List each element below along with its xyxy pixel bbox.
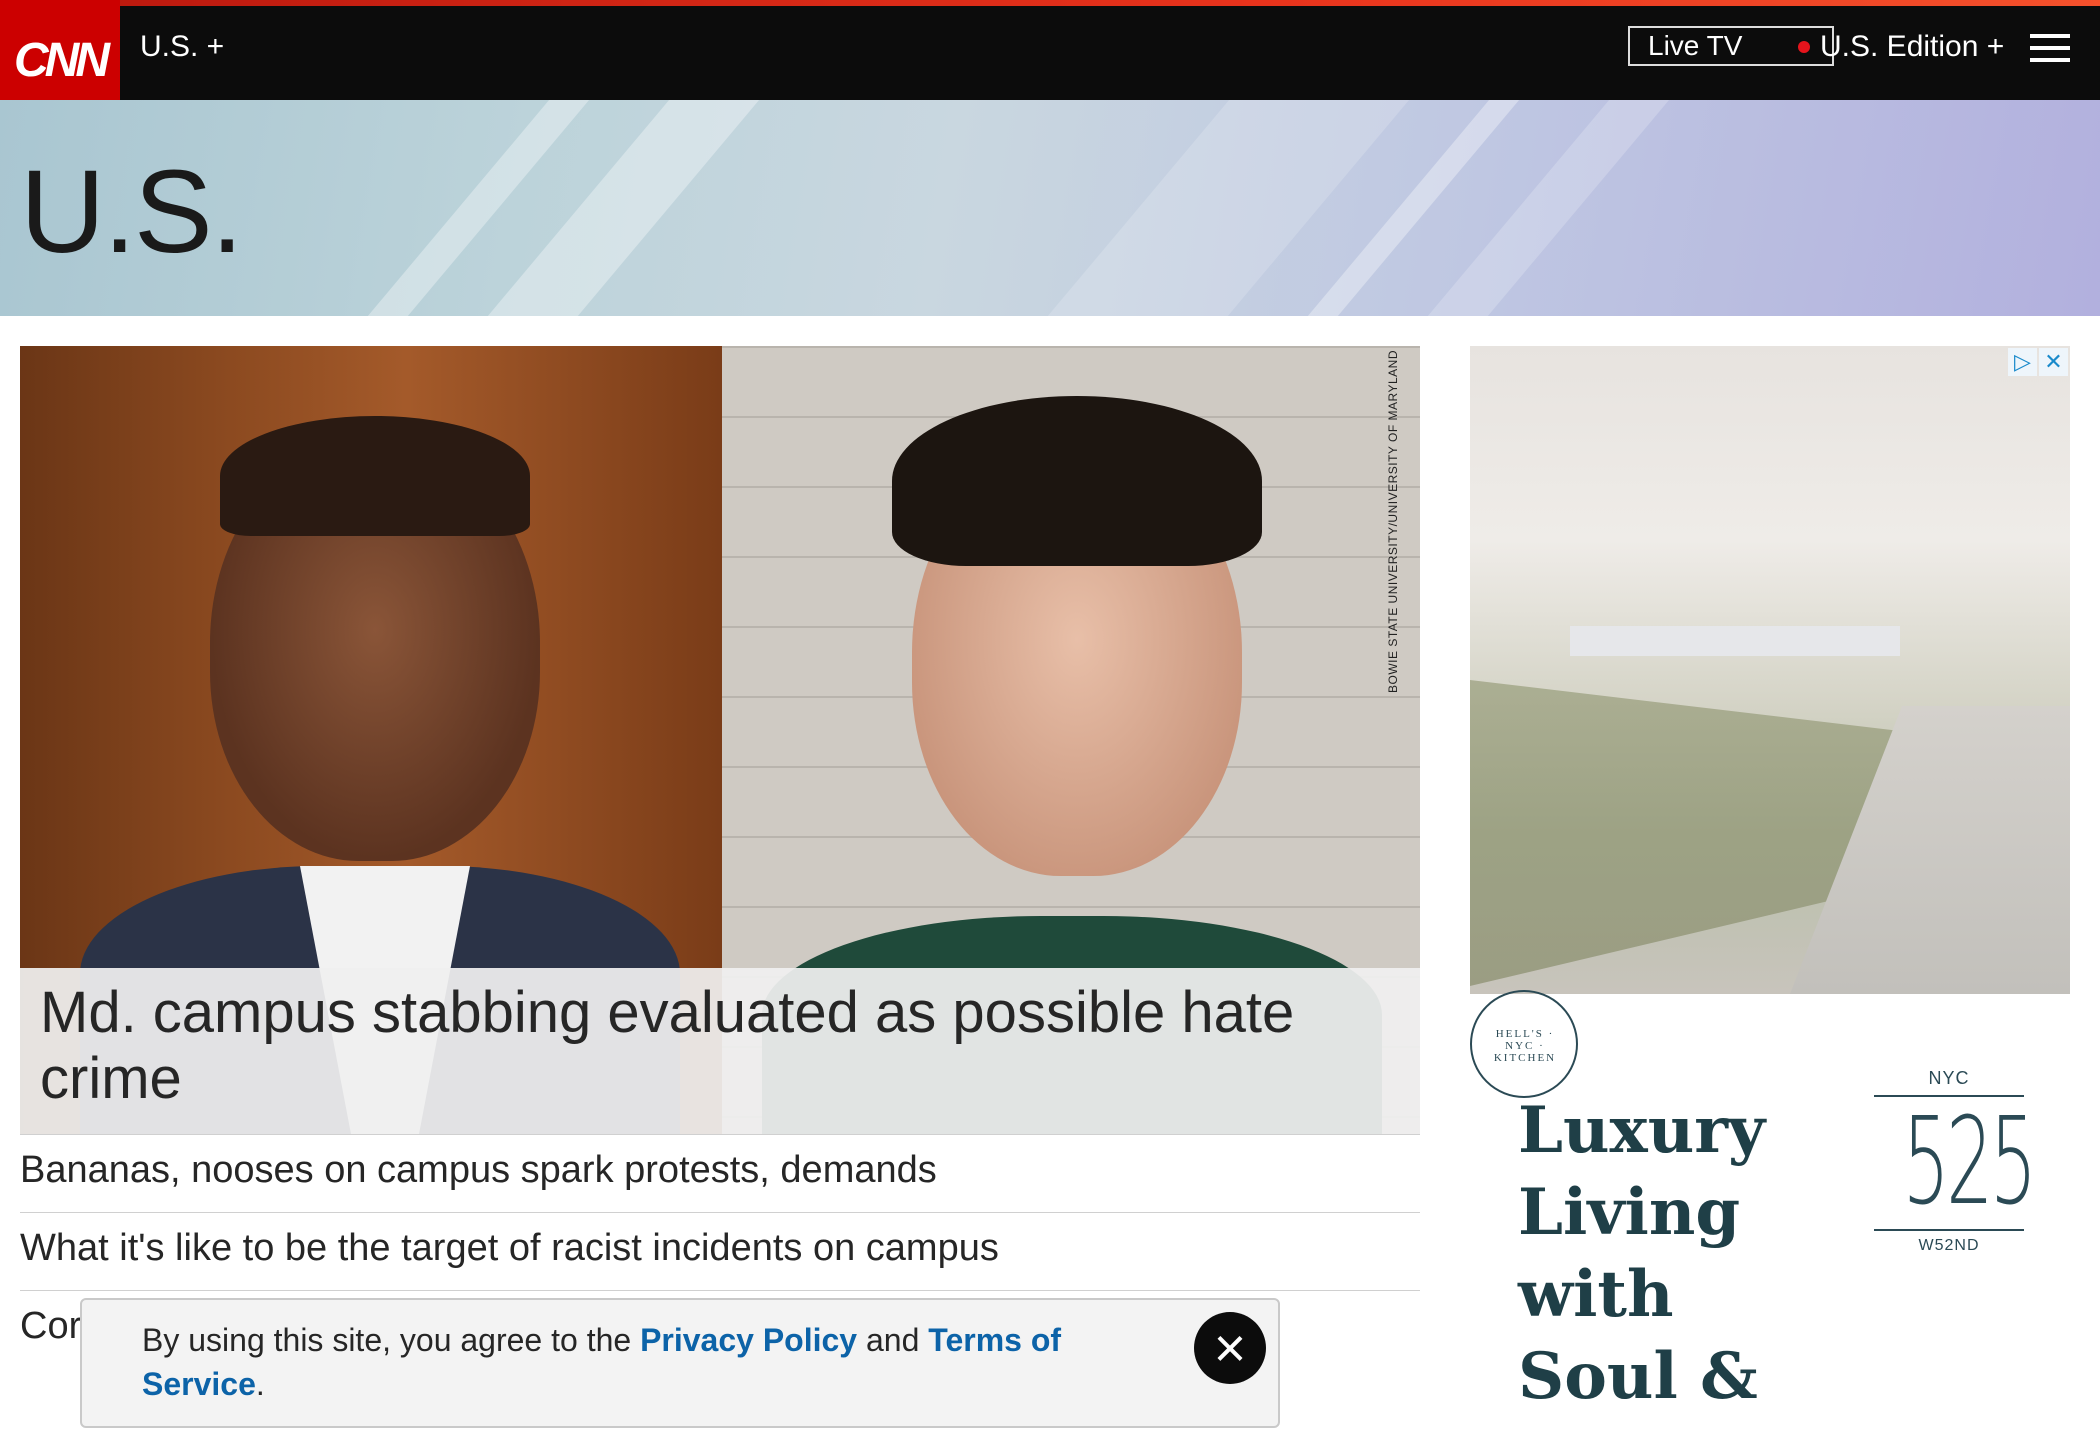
ad-controls: ▷ ✕ [2008, 348, 2070, 376]
hero-headline[interactable]: Md. campus stabbing evaluated as possibl… [40, 980, 1380, 1112]
consent-text: By using this site, you agree to the Pri… [142, 1318, 1102, 1406]
top-accent-line [0, 0, 2100, 6]
ad-rooftop-photo [1470, 346, 2070, 994]
live-tv-button[interactable]: Live TV [1628, 26, 1834, 66]
consent-text-end: . [255, 1366, 265, 1402]
ad-slogan: Luxury Living with Soul & [1518, 1090, 1765, 1418]
ad-brand-logo: NYC 525 W52ND [1874, 1068, 2038, 1255]
slogan-line: with [1518, 1257, 1674, 1332]
brand-number: 525 [1902, 1093, 2038, 1232]
brand-street: W52ND [1918, 1237, 1980, 1254]
edition-selector[interactable]: U.S. Edition + [1820, 30, 2004, 64]
page-title: U.S. [20, 146, 243, 278]
live-tv-label: Live TV [1648, 30, 1743, 61]
slogan-line: Soul & [1518, 1339, 1758, 1414]
section-banner: U.S. [0, 100, 2100, 316]
logo-text: CNN [14, 33, 110, 87]
photo-credit: BOWIE STATE UNIVERSITY/UNIVERSITY OF MAR… [1386, 350, 1400, 693]
hero-caption[interactable]: Md. campus stabbing evaluated as possibl… [20, 968, 1420, 1134]
advertisement[interactable]: ▷ ✕ HELL'S · NYC · KITCHEN Luxury Living… [1470, 346, 2070, 1430]
hamburger-icon[interactable] [2030, 34, 2070, 64]
section-menu-us[interactable]: U.S. + [140, 30, 224, 64]
consent-text-start: By using this site, you agree to the [142, 1322, 641, 1358]
seal-text: HELL'S · NYC · KITCHEN [1493, 1028, 1557, 1064]
ad-seal-logo: HELL'S · NYC · KITCHEN [1470, 990, 1578, 1098]
close-icon[interactable]: ✕ [2039, 348, 2068, 376]
live-indicator-icon [1798, 41, 1810, 53]
top-navigation-bar: U.S. + Live TV U.S. Edition + [0, 0, 2100, 100]
brand-city: NYC [1928, 1068, 1970, 1088]
adchoices-icon[interactable]: ▷ [2008, 348, 2037, 376]
slogan-line: Luxury [1518, 1093, 1766, 1168]
consent-banner: By using this site, you agree to the Pri… [80, 1298, 1280, 1428]
headline-link[interactable]: What it's like to be the target of racis… [20, 1212, 1420, 1290]
privacy-policy-link[interactable]: Privacy Policy [640, 1322, 857, 1358]
consent-close-button[interactable]: × [1194, 1312, 1266, 1384]
slogan-line: Living [1518, 1175, 1741, 1250]
headline-link[interactable]: Bananas, nooses on campus spark protests… [20, 1134, 1420, 1212]
consent-text-and: and [857, 1322, 929, 1358]
